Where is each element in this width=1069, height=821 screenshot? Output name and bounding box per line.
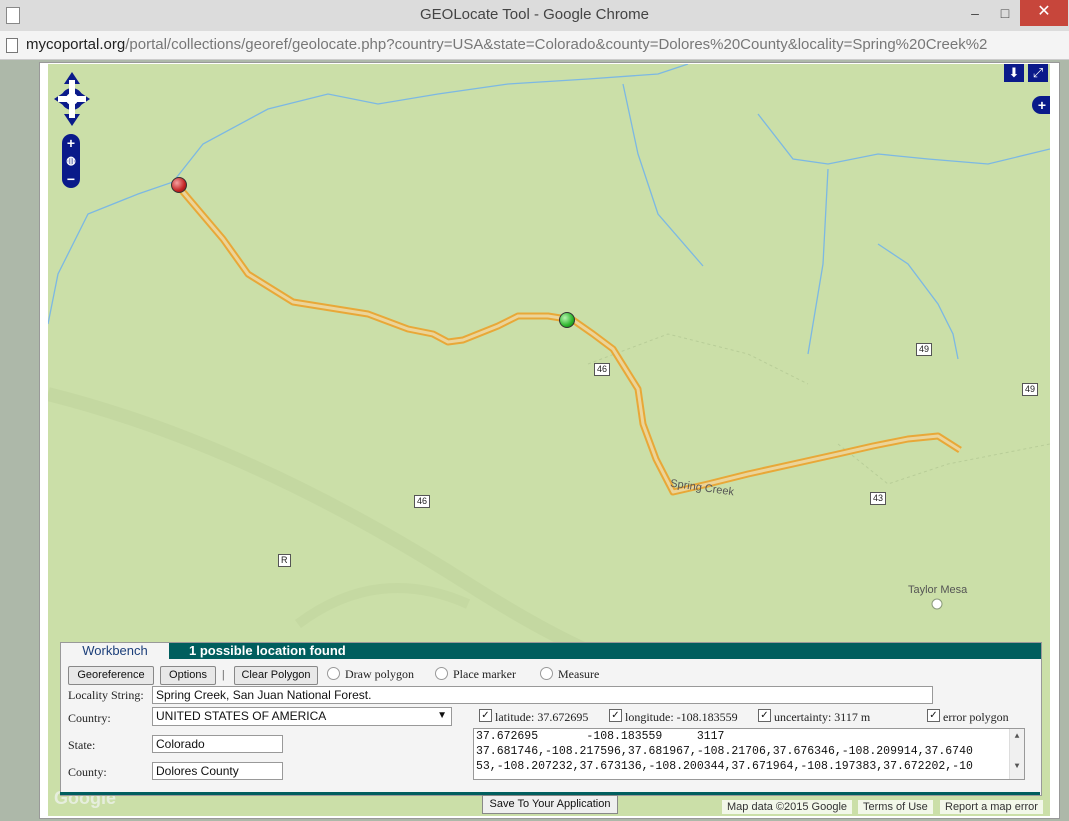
road-label-49b: 49 [1022, 383, 1039, 396]
latitude-label: latitude: 37.672695 [495, 710, 589, 724]
clear-polygon-button[interactable]: Clear Polygon [234, 666, 318, 685]
maximize-button[interactable]: □ [992, 4, 1018, 26]
address-bar[interactable]: mycoportal.org/portal/collections/georef… [0, 31, 1069, 60]
measure-label: Measure [558, 667, 600, 681]
county-label: County: [68, 765, 107, 779]
pan-arrows-icon [54, 72, 90, 126]
zoom-out-button[interactable]: − [64, 172, 78, 186]
state-input[interactable]: Colorado [152, 735, 283, 753]
road-label-49: 49 [916, 343, 933, 356]
window-title: GEOLocate Tool - Google Chrome [419, 6, 649, 23]
textarea-scrollbar[interactable]: ▲ ▼ [1009, 729, 1024, 779]
options-button[interactable]: Options [160, 666, 216, 685]
status-message: 1 possible location found [189, 643, 346, 658]
zoom-control: + ◍ − [62, 134, 80, 188]
georeference-button[interactable]: Georeference [68, 666, 154, 685]
uncertainty-checkbox[interactable]: ✓ [758, 709, 771, 722]
error-polygon-label: error polygon [943, 710, 1009, 724]
state-label: State: [68, 738, 96, 752]
url-domain: mycoportal.org [26, 36, 126, 53]
longitude-checkbox[interactable]: ✓ [609, 709, 622, 722]
close-button[interactable]: ✕ [1020, 0, 1068, 26]
road-label-43: 43 [870, 492, 887, 505]
longitude-label: longitude: -108.183559 [625, 710, 738, 724]
chevron-down-icon: ▼ [437, 710, 447, 721]
report-error-link[interactable]: Report a map error [940, 800, 1043, 814]
window-titlebar: GEOLocate Tool - Google Chrome ‒ □ ✕ [0, 0, 1069, 32]
road-label-46: 46 [594, 363, 611, 376]
locality-label: Locality String: [68, 688, 144, 702]
road-label-r: R [278, 554, 291, 567]
button-separator: | [222, 667, 225, 681]
save-to-application-button[interactable]: Save To Your Application [482, 795, 618, 814]
output-line: 37.681746,-108.217596,37.681967,-108.217… [476, 745, 973, 758]
place-label: Taylor Mesa [908, 584, 968, 596]
red-marker-icon[interactable] [171, 177, 187, 193]
expand-icon[interactable]: ⤢ [1028, 64, 1048, 82]
output-line: 53,-108.207232,37.673136,-108.200344,37.… [476, 760, 973, 773]
url-text[interactable]: mycoportal.org/portal/collections/georef… [26, 36, 1062, 53]
error-polygon-checkbox[interactable]: ✓ [927, 709, 940, 722]
measure-radio[interactable] [540, 667, 553, 680]
locality-input[interactable]: Spring Creek, San Juan National Forest. [152, 686, 933, 704]
draw-polygon-label: Draw polygon [345, 667, 414, 681]
minimize-button[interactable]: ‒ [960, 4, 990, 26]
country-label: Country: [68, 711, 111, 725]
download-icon[interactable]: ⬇ [1004, 64, 1024, 82]
terms-link[interactable]: Terms of Use [858, 800, 933, 814]
pan-control[interactable] [54, 72, 90, 126]
url-path: /portal/collections/georef/geolocate.php… [125, 36, 988, 53]
county-input[interactable]: Dolores County [152, 762, 283, 780]
output-line: 37.672695 -108.183559 3117 [476, 730, 725, 743]
workbench-panel: Workbench 1 possible location found Geor… [60, 642, 1042, 796]
globe-icon[interactable]: ◍ [64, 154, 78, 168]
output-textarea[interactable]: 37.672695 -108.183559 3117 37.681746,-10… [473, 728, 1025, 780]
latitude-checkbox[interactable]: ✓ [479, 709, 492, 722]
place-marker-label: Place marker [453, 667, 516, 681]
draw-polygon-radio[interactable] [327, 667, 340, 680]
country-select[interactable]: UNITED STATES OF AMERICA ▼ [152, 707, 452, 726]
side-plus-button[interactable]: + [1032, 96, 1050, 114]
green-marker-icon[interactable] [559, 312, 575, 328]
country-value: UNITED STATES OF AMERICA [156, 709, 327, 723]
uncertainty-label: uncertainty: 3117 m [774, 710, 871, 724]
place-marker-radio[interactable] [435, 667, 448, 680]
tab-workbench[interactable]: Workbench [61, 643, 169, 659]
map-data-credit: Map data ©2015 Google [722, 800, 853, 814]
workbench-header: Workbench 1 possible location found [61, 643, 1041, 659]
road-label-46b: 46 [414, 495, 431, 508]
zoom-in-button[interactable]: + [64, 136, 78, 150]
document-icon [6, 38, 18, 53]
